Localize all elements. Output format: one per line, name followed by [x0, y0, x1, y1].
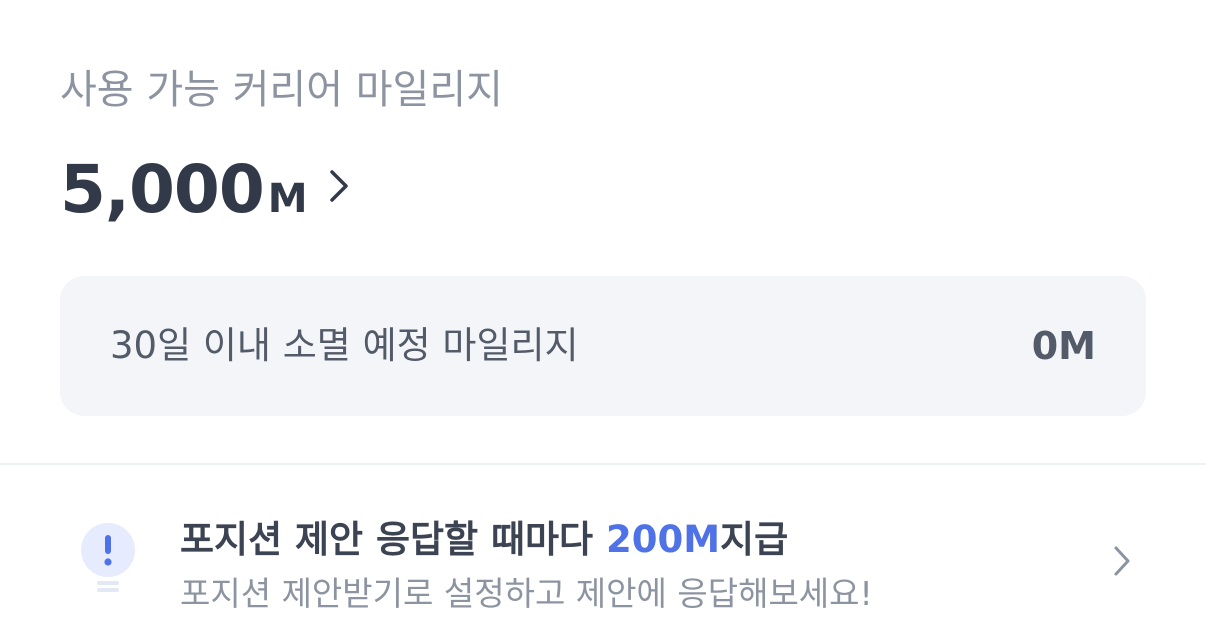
mileage-balance-link[interactable]: 5,000 M: [60, 148, 352, 232]
position-offer-promo[interactable]: 포지션 제안 응답할 때마다 200M지급 포지션 제안받기로 설정하고 제안에…: [0, 466, 1206, 644]
expiring-mileage-amount: 0M: [1031, 324, 1096, 368]
promo-subtitle: 포지션 제안받기로 설정하고 제안에 응답해보세요!: [180, 574, 873, 613]
mileage-page: 사용 가능 커리어 마일리지 5,000 M 30일 이내 소멸 예정 마일리지…: [0, 0, 1206, 644]
expiring-mileage-label: 30일 이내 소멸 예정 마일리지: [110, 324, 579, 367]
chevron-right-icon: [326, 168, 352, 204]
promo-title: 포지션 제안 응답할 때마다 200M지급: [180, 514, 788, 566]
available-mileage-label: 사용 가능 커리어 마일리지: [60, 67, 503, 113]
mileage-balance-unit: M: [267, 176, 308, 222]
promo-title-reward: 200M: [605, 518, 721, 561]
promo-title-suffix: 지급: [720, 518, 789, 561]
chevron-right-icon: [1112, 544, 1132, 578]
expiring-mileage-box: 30일 이내 소멸 예정 마일리지 0M: [60, 276, 1146, 416]
promo-title-prefix: 포지션 제안 응답할 때마다: [180, 518, 606, 561]
lightbulb-exclamation-icon: [78, 522, 138, 594]
mileage-balance-amount: 5,000: [60, 151, 265, 228]
section-divider: [0, 463, 1206, 465]
